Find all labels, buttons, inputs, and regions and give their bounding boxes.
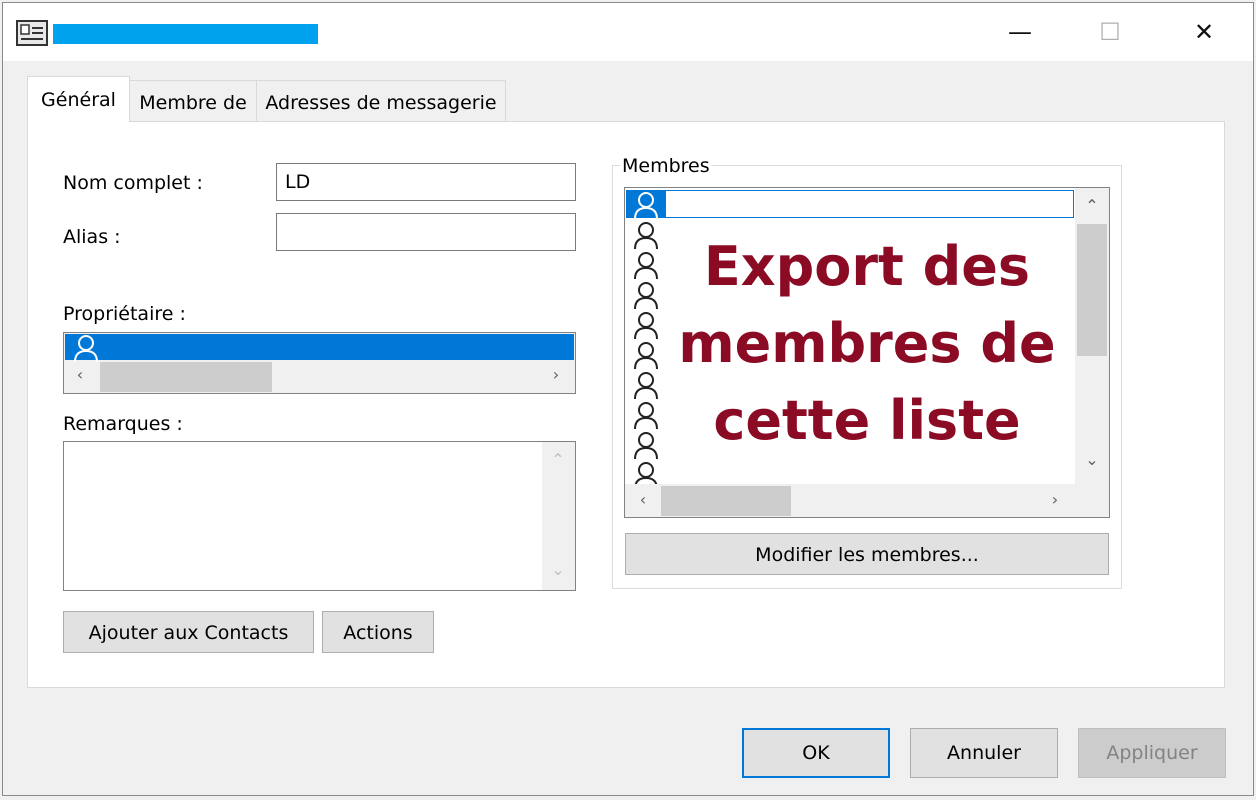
scrollbar-corner xyxy=(1075,484,1109,517)
maximize-button[interactable]: ☐ xyxy=(1075,3,1145,61)
person-icon xyxy=(633,221,659,253)
scroll-up-arrow[interactable]: ⌃ xyxy=(548,450,568,469)
alias-field[interactable] xyxy=(276,213,576,251)
add-to-contacts-button[interactable]: Ajouter aux Contacts xyxy=(63,611,314,653)
members-list[interactable]: Export des membres de cette liste ⌃ ⌄ ‹ … xyxy=(624,187,1110,518)
owner-selected-row[interactable] xyxy=(65,334,574,363)
modify-members-button[interactable]: Modifier les membres... xyxy=(625,533,1109,575)
scroll-left-arrow[interactable]: ‹ xyxy=(70,365,90,384)
full-name-label: Nom complet : xyxy=(63,172,203,194)
overlay-line-3: cette liste xyxy=(713,389,1021,452)
members-selected-row[interactable] xyxy=(626,190,1074,218)
person-icon xyxy=(633,431,659,463)
contact-card-icon xyxy=(16,20,48,46)
cancel-button[interactable]: Annuler xyxy=(910,728,1058,778)
scroll-down-arrow[interactable]: ⌄ xyxy=(1082,450,1102,469)
scroll-down-arrow[interactable]: ⌄ xyxy=(548,560,568,579)
scroll-right-arrow[interactable]: › xyxy=(1045,490,1065,509)
export-members-overlay: Export des membres de cette liste xyxy=(667,228,1067,459)
members-vertical-scrollbar[interactable]: ⌃ ⌄ xyxy=(1075,188,1109,484)
notes-label: Remarques : xyxy=(63,413,183,435)
person-icon xyxy=(633,281,659,313)
members-label: Membres xyxy=(620,155,712,177)
person-icon xyxy=(633,401,659,433)
notes-textarea[interactable]: ⌃ ⌄ xyxy=(63,441,576,591)
scroll-left-arrow[interactable]: ‹ xyxy=(633,490,653,509)
tab-member-of[interactable]: Membre de xyxy=(129,80,257,122)
ok-button[interactable]: OK xyxy=(742,728,890,778)
minimize-button[interactable]: — xyxy=(985,3,1055,61)
owner-list[interactable]: ‹ › xyxy=(63,332,576,394)
overlay-line-1: Export des xyxy=(703,235,1031,298)
scroll-up-arrow[interactable]: ⌃ xyxy=(1082,196,1102,215)
owner-label: Propriétaire : xyxy=(63,303,186,325)
horizontal-scroll-thumb[interactable] xyxy=(100,362,272,392)
tab-email-addresses[interactable]: Adresses de messagerie xyxy=(256,80,506,122)
person-icon xyxy=(633,341,659,373)
members-horizontal-scrollbar[interactable]: ‹ › xyxy=(625,484,1075,517)
overlay-line-2: membres de xyxy=(678,312,1056,375)
person-icon xyxy=(633,251,659,283)
person-icon xyxy=(73,334,99,366)
window-title-redacted xyxy=(53,24,318,44)
scroll-right-arrow[interactable]: › xyxy=(546,365,566,384)
horizontal-scroll-thumb[interactable] xyxy=(661,486,791,516)
close-button[interactable]: ✕ xyxy=(1169,3,1239,61)
vertical-scroll-thumb[interactable] xyxy=(1077,224,1107,356)
person-icon xyxy=(633,371,659,403)
actions-button[interactable]: Actions xyxy=(322,611,434,653)
person-icon xyxy=(633,311,659,343)
notes-scrollbar[interactable]: ⌃ ⌄ xyxy=(542,442,575,590)
full-name-field[interactable]: LD xyxy=(276,163,576,201)
alias-label: Alias : xyxy=(63,226,121,248)
tab-general[interactable]: Général xyxy=(27,76,130,122)
person-icon xyxy=(633,191,659,223)
apply-button: Appliquer xyxy=(1078,728,1226,778)
